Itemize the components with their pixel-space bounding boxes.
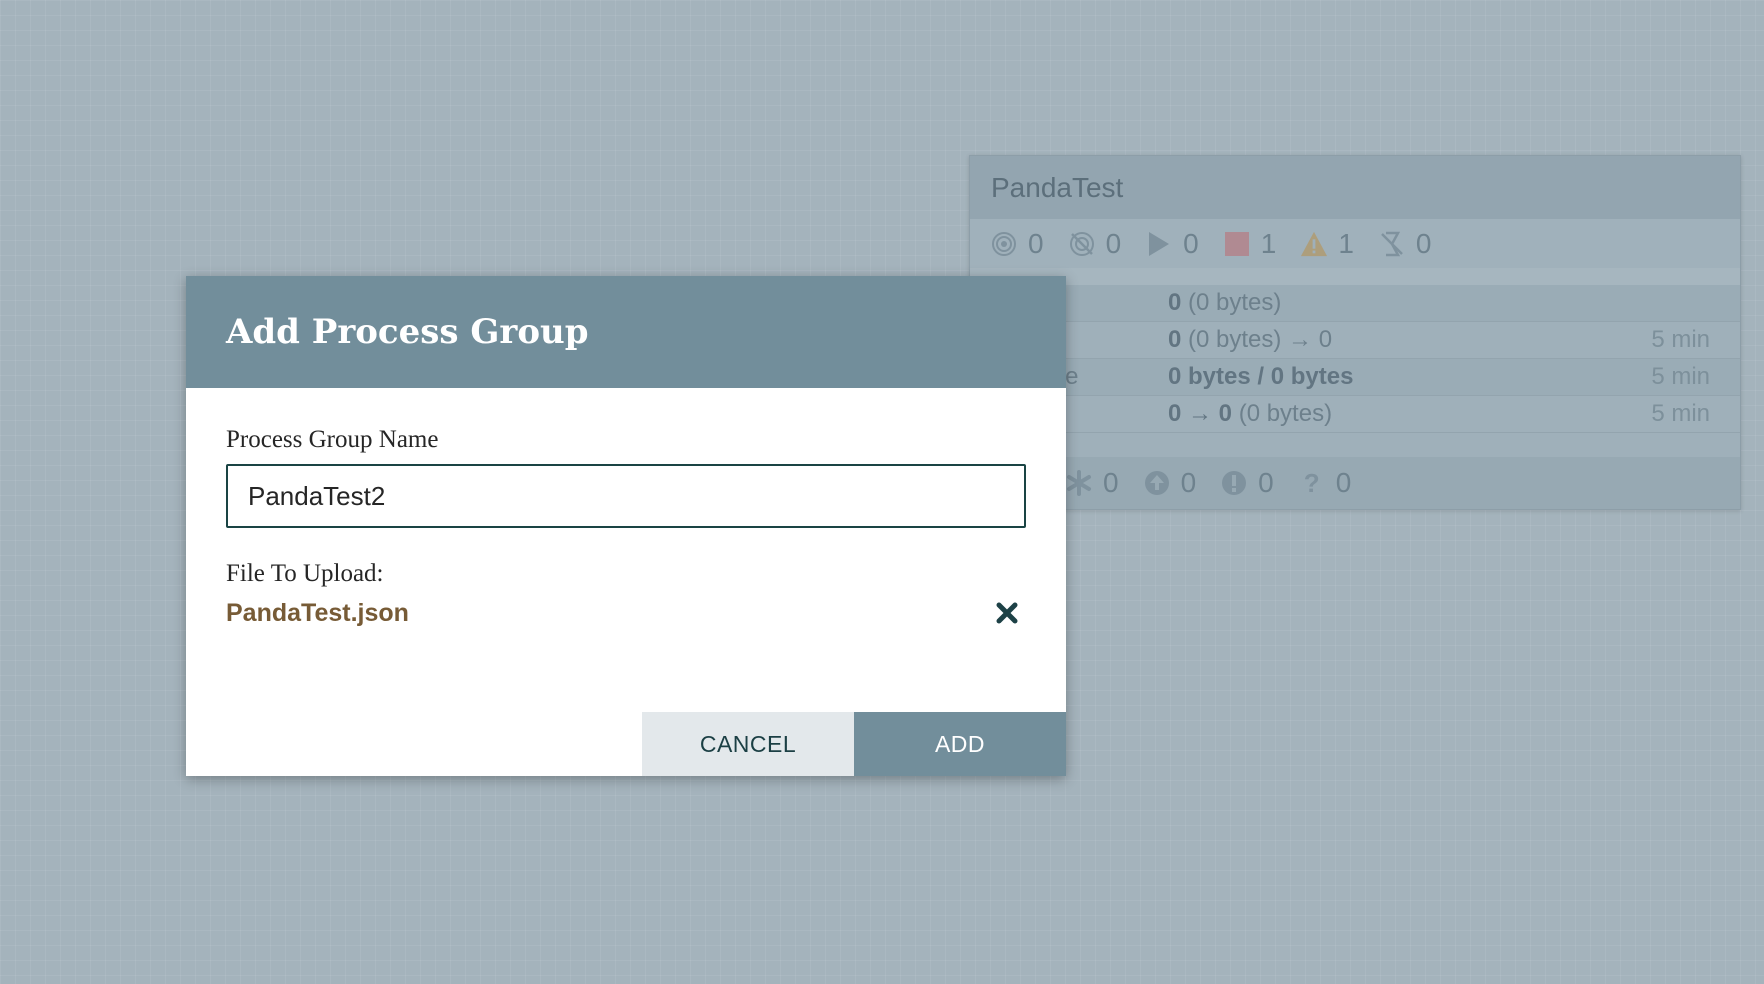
- process-group-title-bar: PandaTest: [970, 156, 1740, 219]
- sync-failure-stat: 0: [1220, 467, 1274, 499]
- table-row: 0 → 0 (0 bytes) 5 min: [970, 396, 1740, 433]
- process-group-rows: d 0 (0 bytes) 0 (0 bytes) → 0 5 min Vrit…: [970, 285, 1740, 433]
- not-transmitting-icon: [1068, 230, 1096, 258]
- process-group-panatest[interactable]: PandaTest 0 0 0 1 1 0 0 (0 bytes) 0 (0 b…: [969, 155, 1741, 510]
- stop-icon: [1223, 230, 1251, 258]
- process-group-stats: 0 0 0 1 1 0: [970, 219, 1740, 268]
- dialog-body: Process Group Name File To Upload: Panda…: [186, 388, 1066, 628]
- table-row: 0 (0 bytes) → 0 5 min: [970, 322, 1740, 359]
- dialog-title: Add Process Group: [226, 312, 589, 352]
- dialog-footer: CANCEL ADD: [642, 712, 1066, 776]
- not-transmitting-stat: 0: [1068, 228, 1121, 260]
- unknown-stat: ? 0: [1298, 467, 1352, 499]
- stopped-stat: 1: [1223, 228, 1276, 260]
- close-icon[interactable]: [992, 598, 1022, 628]
- invalid-stat: 1: [1300, 228, 1354, 260]
- table-row: d 0 (0 bytes): [970, 285, 1740, 322]
- stale-stat: 0: [1143, 467, 1196, 499]
- asterisk-icon: [1065, 469, 1093, 497]
- transmitting-icon: [990, 230, 1018, 258]
- exclamation-circle-icon: [1220, 469, 1248, 497]
- arrow-up-circle-icon: [1143, 469, 1171, 497]
- locally-modified-stat: 0: [1065, 467, 1119, 499]
- play-icon: [1145, 230, 1173, 258]
- disabled-icon: [1378, 230, 1406, 258]
- file-row: PandaTest.json: [226, 598, 1026, 628]
- running-stat: 0: [1145, 228, 1199, 260]
- add-process-group-dialog: Add Process Group Process Group Name Fil…: [186, 276, 1066, 776]
- process-group-version-stats: 0 0 0 ? 0: [970, 457, 1740, 509]
- process-group-name-label: Process Group Name: [226, 426, 439, 453]
- file-upload-label: File To Upload:: [226, 560, 384, 587]
- process-group-name: PandaTest: [991, 171, 1124, 203]
- add-button[interactable]: ADD: [854, 712, 1066, 776]
- warning-icon: [1300, 230, 1328, 258]
- process-group-name-input[interactable]: [226, 464, 1026, 528]
- table-row: Vrite 0 bytes / 0 bytes 5 min: [970, 359, 1740, 396]
- transmitting-stat: 0: [990, 228, 1044, 260]
- cancel-button[interactable]: CANCEL: [642, 712, 854, 776]
- disabled-stat: 0: [1378, 228, 1431, 260]
- question-icon: ?: [1303, 467, 1320, 498]
- uploaded-file-name: PandaTest.json: [226, 598, 409, 627]
- dialog-header: Add Process Group: [186, 276, 1066, 388]
